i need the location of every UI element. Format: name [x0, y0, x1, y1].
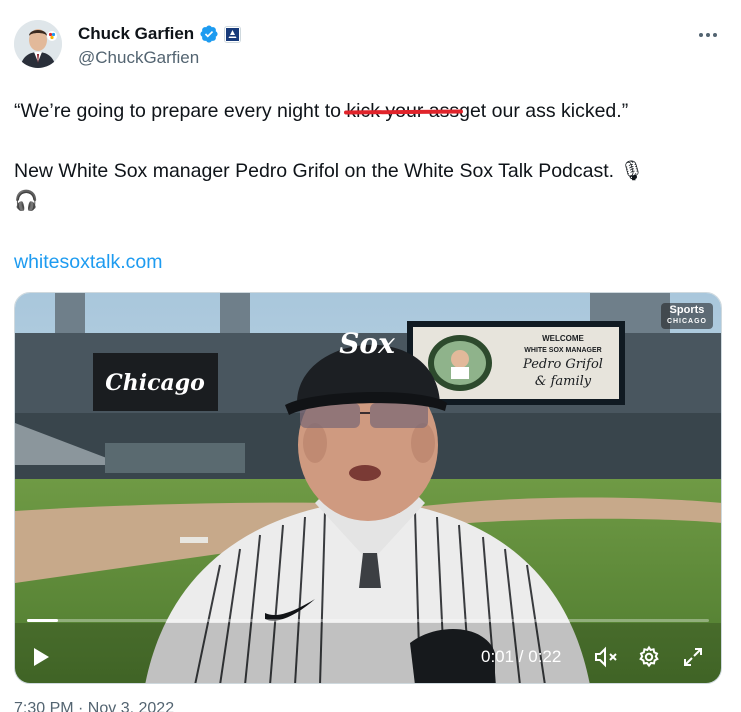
gear-icon[interactable] [637, 643, 661, 671]
sign-welcome: WELCOME [542, 334, 584, 343]
author-block: Chuck Garfien @ChuckGarfien [78, 22, 242, 68]
tweet-text-body: New White Sox manager Pedro Grifol on th… [14, 160, 645, 182]
author-name[interactable]: Chuck Garfien [78, 24, 194, 44]
sign-name: Pedro Grifol [522, 357, 603, 372]
avatar[interactable] [14, 20, 62, 68]
website-link[interactable]: whitesoxtalk.com [14, 247, 162, 277]
sign-chicago: Chicago [105, 370, 205, 396]
fullscreen-icon[interactable] [681, 643, 705, 671]
video-player[interactable]: Chicago WELCOME WHITE SOX MANAGER Pedro … [14, 292, 722, 684]
sign-manager: WHITE SOX MANAGER [524, 347, 601, 354]
verified-badge-icon [199, 24, 219, 44]
play-icon[interactable] [31, 643, 51, 671]
cap-logo: Sox [339, 327, 395, 360]
logo-sub: CHICAGO [666, 318, 707, 325]
nbc-sports-chicago-logo: Sports CHICAGO [660, 303, 713, 329]
name-row: Chuck Garfien [78, 22, 242, 46]
person-avatar [14, 20, 62, 68]
sign-family: & family [535, 374, 592, 389]
video-time: 0:01 / 0:22 [481, 647, 562, 666]
quote-close: get our ass kicked.” [459, 100, 629, 122]
video-frame: Chicago WELCOME WHITE SOX MANAGER Pedro … [15, 293, 721, 683]
quote-open: “We’re going to prepare every night to [14, 100, 347, 122]
author-handle[interactable]: @ChuckGarfien [78, 48, 241, 68]
muted-speaker-icon[interactable] [593, 643, 619, 671]
nbc-sports-affiliate-icon[interactable] [224, 25, 242, 43]
tweet-text-line-2: New White Sox manager Pedro Grifol on th… [14, 156, 726, 216]
tweet-timestamp[interactable]: 7:30 PM · Nov 3, 2022 [14, 700, 174, 712]
tweet-text-line-1: “We’re going to prepare every night to k… [14, 96, 726, 126]
logo-main: Sports [669, 304, 705, 316]
more-options-icon[interactable] [693, 24, 723, 46]
headphones-emoji: 🎧 [14, 190, 39, 212]
video-progress-bar[interactable] [27, 619, 709, 622]
video-progress-fill [27, 619, 58, 622]
struck-text: kick your ass [346, 96, 459, 126]
